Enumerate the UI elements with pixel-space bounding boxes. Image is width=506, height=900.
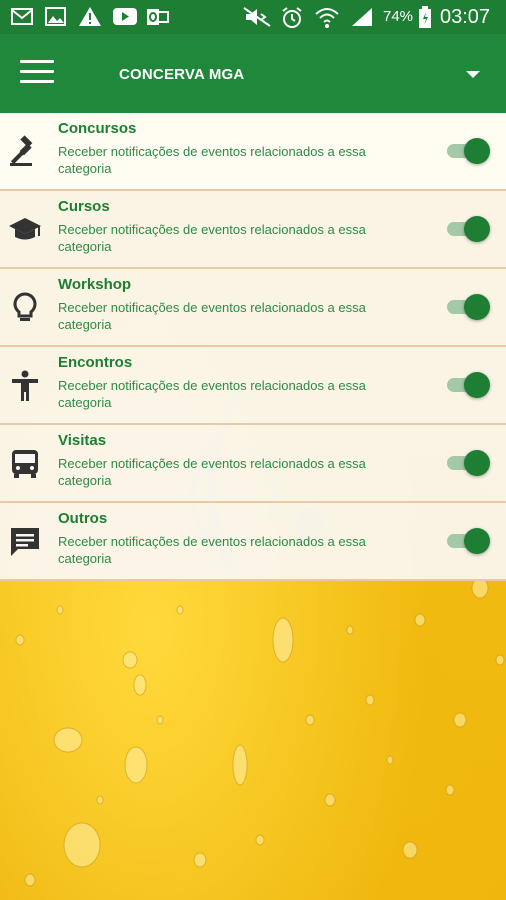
bus-icon bbox=[12, 450, 38, 478]
outlook-icon bbox=[147, 9, 169, 25]
person-icon bbox=[12, 370, 38, 401]
wifi-icon bbox=[315, 8, 339, 28]
mute-icon bbox=[243, 7, 271, 27]
app-bar: CONCERVA MGA bbox=[0, 34, 506, 113]
chat-bubble-icon bbox=[11, 528, 39, 556]
gallery-icon bbox=[45, 7, 66, 26]
category-description: Receber notificações de eventos relacion… bbox=[58, 300, 366, 332]
category-row-encontros: Encontros Receber notificações de evento… bbox=[0, 347, 506, 425]
visitas-toggle[interactable] bbox=[445, 449, 491, 477]
clock: 03:07 bbox=[440, 6, 491, 28]
cursos-toggle[interactable] bbox=[445, 215, 491, 243]
gavel-icon bbox=[10, 135, 33, 166]
category-description: Receber notificações de eventos relacion… bbox=[58, 456, 366, 488]
category-row-concursos: Concursos Receber notificações de evento… bbox=[0, 113, 506, 191]
category-title: Workshop bbox=[58, 276, 132, 293]
category-row-workshop: Workshop Receber notificações de eventos… bbox=[0, 269, 506, 347]
category-title: Outros bbox=[58, 510, 108, 527]
encontros-toggle[interactable] bbox=[445, 371, 491, 399]
category-title: Concursos bbox=[58, 120, 137, 137]
signal-icon bbox=[352, 8, 372, 26]
battery-icon bbox=[419, 6, 431, 28]
category-list: Concursos Receber notificações de evento… bbox=[0, 113, 506, 581]
category-title: Cursos bbox=[58, 198, 110, 215]
warning-icon bbox=[79, 7, 101, 26]
category-row-outros: Outros Receber notificações de eventos r… bbox=[0, 503, 506, 581]
category-title: Visitas bbox=[58, 432, 107, 449]
concursos-toggle[interactable] bbox=[445, 137, 491, 165]
hamburger-menu-icon[interactable] bbox=[20, 60, 54, 88]
category-row-visitas: Visitas Receber notificações de eventos … bbox=[0, 425, 506, 503]
alarm-icon bbox=[282, 7, 302, 28]
workshop-toggle[interactable] bbox=[445, 293, 491, 321]
category-description: Receber notificações de eventos relacion… bbox=[58, 144, 366, 176]
youtube-icon bbox=[113, 8, 137, 25]
battery-percentage: 74% bbox=[383, 8, 414, 25]
lightbulb-icon bbox=[13, 292, 37, 321]
dropdown-arrow-icon[interactable] bbox=[456, 64, 490, 88]
app-title: CONCERVA MGA bbox=[119, 66, 245, 83]
category-title: Encontros bbox=[58, 354, 133, 371]
outros-toggle[interactable] bbox=[445, 527, 491, 555]
category-description: Receber notificações de eventos relacion… bbox=[58, 222, 366, 254]
gmail-icon bbox=[11, 8, 33, 25]
category-row-cursos: Cursos Receber notificações de eventos r… bbox=[0, 191, 506, 269]
graduation-cap-icon bbox=[9, 218, 41, 240]
status-bar: 74% 03:07 bbox=[0, 0, 506, 34]
category-description: Receber notificações de eventos relacion… bbox=[58, 378, 366, 410]
category-description: Receber notificações de eventos relacion… bbox=[58, 534, 366, 566]
